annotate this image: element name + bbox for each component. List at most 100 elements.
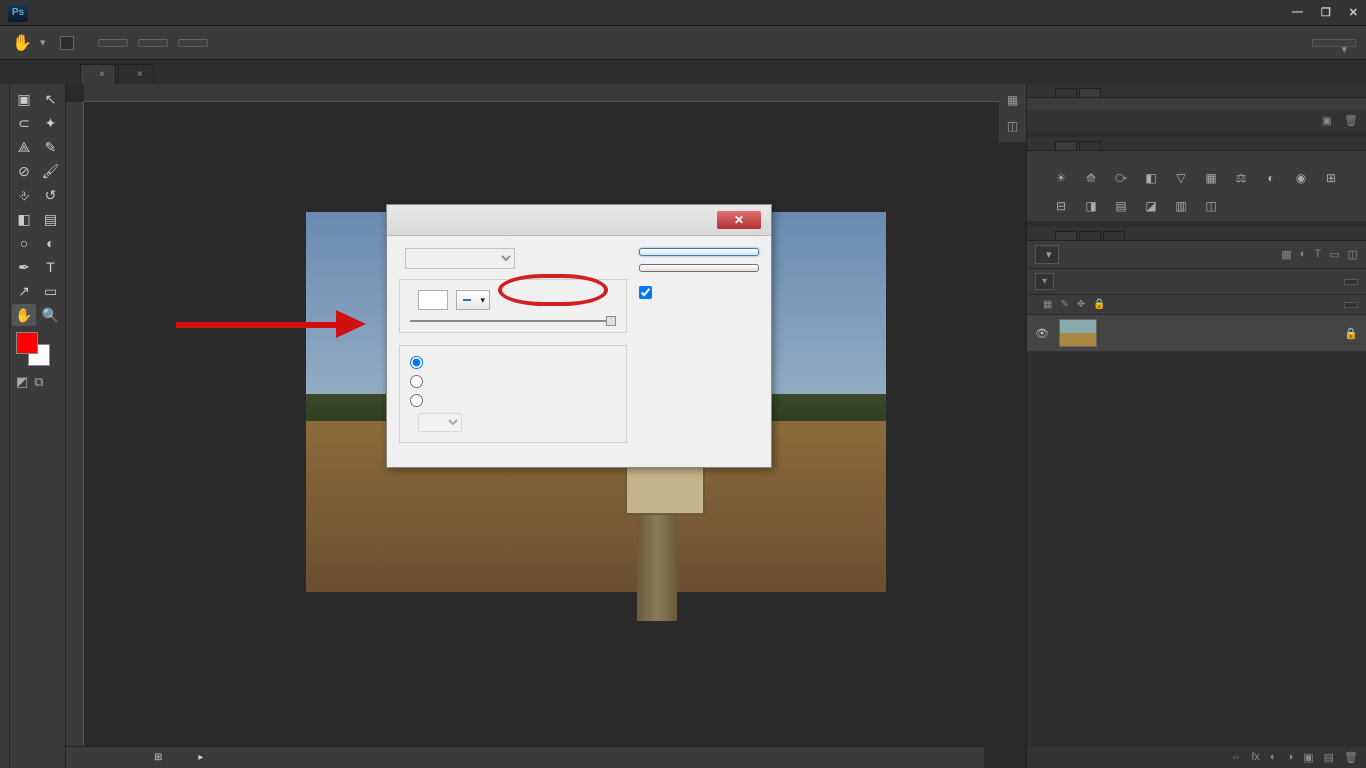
hue-icon[interactable]: ▦ xyxy=(1201,169,1221,187)
shape-tool[interactable]: ▭ xyxy=(39,280,63,302)
document-tab[interactable]: × xyxy=(118,64,154,84)
window-restore-icon[interactable]: ❐ xyxy=(1321,6,1331,19)
navigator-icon[interactable]: ◫ xyxy=(1002,116,1023,136)
full-screen-button[interactable] xyxy=(178,39,208,47)
format-optimized-radio[interactable] xyxy=(410,375,423,388)
screenmode-icon[interactable]: ⧉ xyxy=(34,374,43,390)
fit-screen-button[interactable] xyxy=(138,39,168,47)
color-tab[interactable] xyxy=(1055,88,1077,97)
brush-tool[interactable]: 🖌 xyxy=(39,160,63,182)
fill-value[interactable] xyxy=(1344,302,1358,308)
cancel-button[interactable] xyxy=(639,264,759,272)
histogram-icon[interactable]: ▦ xyxy=(1002,90,1023,110)
zoom-100-button[interactable] xyxy=(98,39,128,47)
exposure-icon[interactable]: ◧ xyxy=(1141,169,1161,187)
vibrance-icon[interactable]: ▽ xyxy=(1171,169,1191,187)
foreground-color[interactable] xyxy=(16,332,38,354)
healing-brush-tool[interactable]: ⊘ xyxy=(12,160,36,182)
quality-input[interactable] xyxy=(418,290,448,310)
lock-all-icon[interactable]: 🔒 xyxy=(1093,299,1105,310)
hand-tool[interactable]: ✋ xyxy=(12,304,36,326)
dialog-titlebar[interactable]: ✕ xyxy=(387,205,771,236)
move-tool[interactable]: ▣ xyxy=(12,88,36,110)
pen-tool[interactable]: ✒ xyxy=(12,256,36,278)
quickmask-icon[interactable]: ◩ xyxy=(16,374,28,390)
channels-tab[interactable] xyxy=(1079,231,1101,240)
bw-icon[interactable]: ◐ xyxy=(1261,169,1281,187)
opacity-value[interactable] xyxy=(1344,279,1358,285)
lookup-icon[interactable]: ⊟ xyxy=(1051,197,1071,215)
photo-filter-icon[interactable]: ◉ xyxy=(1291,169,1311,187)
lock-pos-icon[interactable]: ✥ xyxy=(1077,299,1085,310)
layer-kind-filter[interactable]: ▾ xyxy=(1035,245,1059,264)
dodge-tool[interactable]: ◐ xyxy=(39,232,63,254)
threshold-icon[interactable]: ◪ xyxy=(1141,197,1161,215)
group-icon[interactable]: ▣ xyxy=(1303,751,1313,764)
blur-tool[interactable]: ○ xyxy=(12,232,36,254)
canvas-area[interactable]: ✕ xyxy=(66,84,1026,768)
color-balance-icon[interactable]: ⚖ xyxy=(1231,169,1251,187)
color-swatch[interactable] xyxy=(12,332,63,368)
direct-select-tool[interactable]: ↗ xyxy=(12,280,36,302)
delete-layer-icon[interactable]: 🗑 xyxy=(1344,751,1358,764)
format-progressive-radio[interactable] xyxy=(410,394,423,407)
brightness-icon[interactable]: ☀ xyxy=(1051,169,1071,187)
path-select-tool[interactable]: ↖ xyxy=(39,88,63,110)
visibility-icon[interactable]: 👁 xyxy=(1035,327,1049,340)
fx-icon[interactable]: fx xyxy=(1251,751,1260,764)
levels-icon[interactable]: ⟰ xyxy=(1081,169,1101,187)
delete-swatch-icon[interactable]: 🗑 xyxy=(1344,114,1358,127)
document-tab[interactable]: × xyxy=(80,64,116,84)
filter-type-icon[interactable]: T xyxy=(1314,248,1321,261)
dialog-close-button[interactable]: ✕ xyxy=(717,211,761,229)
posterize-icon[interactable]: ▤ xyxy=(1111,197,1131,215)
window-close-icon[interactable]: ✕ xyxy=(1349,6,1358,19)
channel-mixer-icon[interactable]: ⊞ xyxy=(1321,169,1341,187)
gradient-map-icon[interactable]: ▥ xyxy=(1171,197,1191,215)
curves-icon[interactable]: ⧂ xyxy=(1111,169,1131,187)
workspace-selector[interactable] xyxy=(1312,39,1356,47)
magic-wand-tool[interactable]: ✦ xyxy=(39,112,63,134)
status-arrow-icon[interactable]: ▸ xyxy=(198,752,203,763)
preview-checkbox[interactable] xyxy=(639,286,652,299)
new-layer-icon[interactable]: ▤ xyxy=(1324,751,1334,764)
adjustments-tab[interactable] xyxy=(1055,141,1077,150)
lock-trans-icon[interactable]: ▦ xyxy=(1043,299,1052,310)
filter-smart-icon[interactable]: ◫ xyxy=(1348,248,1358,261)
filter-shape-icon[interactable]: ▭ xyxy=(1329,248,1339,261)
fill-adjust-icon[interactable]: ◑ xyxy=(1287,751,1294,764)
stamp-tool[interactable]: ⎀ xyxy=(12,184,36,206)
layers-tab[interactable] xyxy=(1055,231,1077,240)
swatches-tab[interactable] xyxy=(1079,88,1101,97)
layer-item[interactable]: 👁 🔒 xyxy=(1027,315,1366,352)
quality-slider[interactable] xyxy=(410,320,616,322)
link-layers-icon[interactable]: ⇔ xyxy=(1230,751,1241,764)
nav-icon[interactable]: ⊞ xyxy=(154,752,162,763)
close-tab-icon[interactable]: × xyxy=(99,69,105,80)
crop-tool[interactable]: ⟁ xyxy=(12,136,36,158)
paths-tab[interactable] xyxy=(1103,231,1125,240)
lock-paint-icon[interactable]: ✎ xyxy=(1060,299,1068,310)
blend-mode-select[interactable]: ▾ xyxy=(1035,273,1054,290)
gradient-tool[interactable]: ▤ xyxy=(39,208,63,230)
window-minimize-icon[interactable]: — xyxy=(1292,6,1303,19)
hand-tool-icon[interactable]: ✋ xyxy=(10,31,34,55)
invert-icon[interactable]: ◨ xyxy=(1081,197,1101,215)
type-tool[interactable]: T xyxy=(39,256,63,278)
eyedropper-tool[interactable]: ✎ xyxy=(39,136,63,158)
tool-preset-dropdown[interactable]: ▾ xyxy=(40,36,50,49)
filter-adjust-icon[interactable]: ◐ xyxy=(1300,248,1307,261)
mask-icon[interactable]: ◐ xyxy=(1270,751,1277,764)
close-tab-icon[interactable]: × xyxy=(137,69,143,80)
selective-color-icon[interactable]: ◫ xyxy=(1201,197,1221,215)
zoom-tool[interactable]: 🔍 xyxy=(39,304,63,326)
lasso-tool[interactable]: ⊂ xyxy=(12,112,36,134)
layer-thumbnail[interactable] xyxy=(1059,319,1097,347)
styles-tab[interactable] xyxy=(1079,141,1101,150)
ok-button[interactable] xyxy=(639,248,759,256)
filter-pixel-icon[interactable]: ▦ xyxy=(1281,248,1291,261)
eraser-tool[interactable]: ◧ xyxy=(12,208,36,230)
format-baseline-radio[interactable] xyxy=(410,356,423,369)
scroll-all-checkbox[interactable] xyxy=(60,36,74,50)
quality-preset-dropdown[interactable] xyxy=(456,290,490,310)
